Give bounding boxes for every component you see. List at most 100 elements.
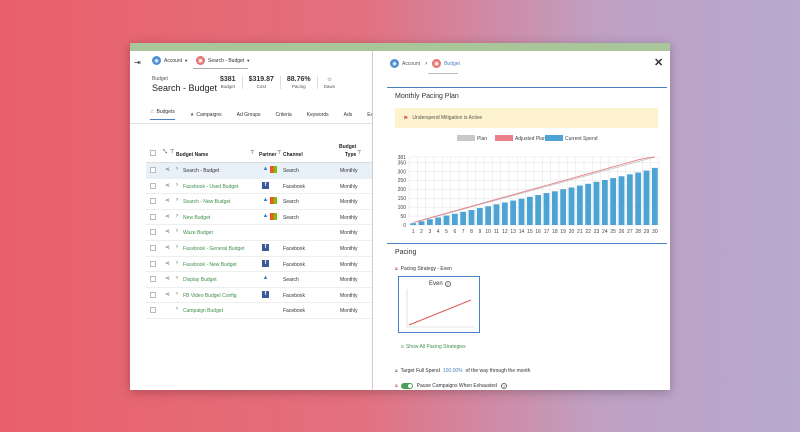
header-budget-type-line2[interactable]: Type xyxy=(345,152,356,158)
chevron-down-icon: ▼ xyxy=(246,58,251,63)
table-row[interactable]: ⋖ › Waze Budget Monthly xyxy=(146,225,372,241)
chevron-right-icon[interactable]: › xyxy=(176,275,178,281)
table-row[interactable]: ⋖ › New Budget ▲ Search Monthly xyxy=(146,210,372,226)
current-spend-bar xyxy=(426,219,433,225)
row-checkbox[interactable] xyxy=(150,182,156,189)
chevron-right-icon[interactable]: › xyxy=(176,197,178,203)
row-budget-name[interactable]: Campaign Budget xyxy=(183,308,223,314)
chevron-right-icon[interactable]: › xyxy=(176,166,178,172)
row-checkbox[interactable] xyxy=(150,167,156,173)
share-icon[interactable]: ⋖ xyxy=(165,166,170,173)
chevron-right-icon[interactable]: › xyxy=(176,213,178,219)
header-partner[interactable]: Partner xyxy=(259,152,277,158)
chevron-right-icon[interactable]: › xyxy=(176,260,178,266)
detail-breadcrumb-account[interactable]: ◉ Account xyxy=(390,59,420,68)
row-checkbox[interactable] xyxy=(150,198,156,205)
share-icon[interactable]: ⋖ xyxy=(165,182,170,189)
tab-ad-groups[interactable]: Ad Groups xyxy=(237,109,261,120)
share-icon[interactable]: ⋖ xyxy=(165,291,170,298)
filter-icon[interactable]: ⊤ xyxy=(277,150,281,156)
share-icon[interactable]: ⋖ xyxy=(165,275,170,282)
chevron-right-icon[interactable]: › xyxy=(176,182,178,188)
warning-text: Underspend Mitigation is Active xyxy=(412,115,483,121)
header-channel[interactable]: Channel xyxy=(283,152,303,158)
show-all-strategies-link[interactable]: ≡ Show All Pacing Strategies xyxy=(401,344,466,350)
filter-icon[interactable]: ⊤ xyxy=(250,150,254,156)
pacing-strategy-row[interactable]: 🔒︎ Pacing Strategy - Even xyxy=(395,266,452,272)
row-channel: Search xyxy=(283,199,299,206)
filter-icon[interactable]: ⊤ xyxy=(170,149,174,155)
row-checkbox[interactable] xyxy=(150,229,156,236)
share-icon[interactable]: ⋖ xyxy=(165,197,170,204)
table-row[interactable]: ⋖ › Facebook - Used Budget f Facebook Monthly xyxy=(146,179,372,195)
tab-criteria-label: Criteria xyxy=(275,111,292,118)
table-row[interactable]: ⋖ › Search - Budget ▲ Search Monthly xyxy=(146,163,372,179)
row-budget-name[interactable]: New Budget xyxy=(183,215,210,221)
row-checkbox[interactable] xyxy=(150,213,156,220)
share-icon[interactable]: ⋖ xyxy=(165,228,170,235)
table-row[interactable]: › Campaign Budget Facebook Monthly xyxy=(146,303,372,319)
tab-ads[interactable]: Ads xyxy=(344,109,353,120)
row-checkbox[interactable] xyxy=(150,276,156,283)
x-tick-label: 9 xyxy=(478,229,481,235)
current-spend-bar xyxy=(651,167,658,225)
table-row[interactable]: ⋖ › Search - New Budget ▲ Search Monthly xyxy=(146,194,372,210)
row-budget-name[interactable]: FB Video Budget Config xyxy=(183,293,237,299)
row-budget-name[interactable]: Display Budget xyxy=(183,277,217,283)
chevron-right-icon[interactable]: › xyxy=(176,306,178,312)
detail-breadcrumb-budget-label: Budget xyxy=(444,60,460,67)
header-budget-type-line1[interactable]: Budget xyxy=(339,144,356,150)
x-tick-label: 29 xyxy=(644,229,650,235)
current-spend-bar xyxy=(526,196,533,225)
row-budget-name[interactable]: Search - Budget xyxy=(183,168,219,174)
tab-campaigns[interactable]: ★ Campaigns xyxy=(190,109,222,120)
metric-dawn[interactable]: ☼ Dawn xyxy=(316,76,342,89)
pause-campaigns-toggle[interactable] xyxy=(400,383,413,389)
row-budget-name[interactable]: Waze Budget xyxy=(183,230,213,236)
header-budget-name[interactable]: Budget Name xyxy=(176,152,208,158)
table-row[interactable]: ⋖ › Facebook - New Budget f Facebook Monthly xyxy=(146,257,372,273)
even-strategy-card[interactable]: Even ? xyxy=(398,276,480,333)
detail-breadcrumb-budget[interactable]: ▣ Budget xyxy=(432,59,460,68)
breadcrumb-budget[interactable]: ▣ Search - Budget ▼ xyxy=(196,56,250,65)
share-icon[interactable]: ⋖ xyxy=(165,213,170,220)
row-checkbox[interactable] xyxy=(150,244,156,251)
breadcrumb-account[interactable]: ◉ Account ▼ xyxy=(152,56,188,65)
filter-icon[interactable]: ⊤ xyxy=(357,150,361,156)
row-budget-name[interactable]: Facebook - Used Budget xyxy=(183,184,238,190)
target-percent-input[interactable]: 100.00% xyxy=(443,368,463,374)
legend-label: Adjusted Plan xyxy=(515,136,546,142)
x-tick-label: 23 xyxy=(594,229,600,235)
row-partner: f xyxy=(262,259,270,267)
x-tick-label: 13 xyxy=(510,229,516,235)
row-budget-name[interactable]: Search - New Budget xyxy=(183,199,231,205)
tab-budgets[interactable]: ☆ Budgets xyxy=(150,109,175,120)
close-icon[interactable]: ✕ xyxy=(654,56,663,69)
collapse-arrow-icon[interactable]: ⇥ xyxy=(134,58,141,67)
share-icon[interactable]: ⋖ xyxy=(165,260,170,267)
tab-keywords[interactable]: Keywords xyxy=(307,109,329,120)
help-icon[interactable]: ? xyxy=(501,383,507,389)
table-row[interactable]: ⋖ › Facebook - General Budget f Facebook Mont… xyxy=(146,241,372,257)
chevron-right-icon[interactable]: › xyxy=(176,228,178,234)
row-checkbox[interactable] xyxy=(150,291,156,298)
warning-banner: ⚑ Underspend Mitigation is Active xyxy=(395,108,658,128)
row-budget-name[interactable]: Facebook - New Budget xyxy=(183,262,237,268)
expand-all-icon[interactable]: ⤡ xyxy=(163,149,167,155)
list-icon: ≡ xyxy=(401,344,404,350)
row-checkbox[interactable] xyxy=(150,260,156,267)
tabs-divider xyxy=(130,123,372,124)
row-budget-name[interactable]: Facebook - General Budget xyxy=(183,246,244,252)
chevron-right-icon[interactable]: › xyxy=(176,244,178,250)
share-icon[interactable]: ⋖ xyxy=(165,244,170,251)
x-tick-label: 25 xyxy=(610,229,616,235)
table-row[interactable]: ⋖ › Display Budget ▲ Search Monthly xyxy=(146,272,372,288)
table-row[interactable]: ⋖ › FB Video Budget Config f Facebook Monthly xyxy=(146,288,372,304)
facebook-icon: f xyxy=(262,259,269,267)
row-checkbox[interactable] xyxy=(150,307,156,314)
select-all-checkbox[interactable] xyxy=(150,150,156,156)
chevron-right-icon[interactable]: › xyxy=(176,291,178,297)
row-channel: Facebook xyxy=(283,292,305,299)
tab-criteria[interactable]: Criteria xyxy=(276,109,292,120)
row-partner: ▲ xyxy=(262,197,278,205)
